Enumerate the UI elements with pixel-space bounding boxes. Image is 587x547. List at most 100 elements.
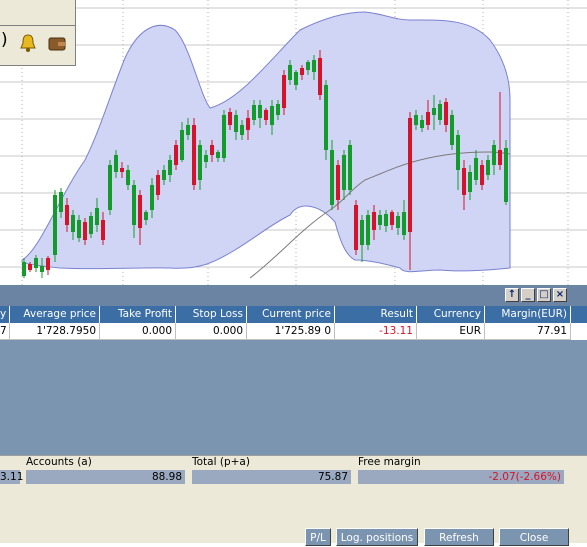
price-chart[interactable]: ) — [0, 0, 587, 285]
bearish-candle — [498, 150, 502, 165]
bearish-candle — [408, 118, 412, 232]
bullish-candle — [132, 185, 136, 225]
bullish-candle — [59, 192, 63, 212]
bullish-candle — [162, 170, 166, 180]
bullish-candle — [420, 120, 424, 128]
bullish-candle — [108, 165, 112, 210]
column-header-stop-loss[interactable]: Stop Loss — [176, 306, 247, 323]
bullish-candle — [396, 216, 400, 228]
bearish-candle — [192, 125, 196, 185]
bell-icon[interactable] — [19, 33, 37, 57]
bullish-candle — [402, 212, 406, 235]
table-row[interactable]: 7 1'728.7950 0.000 0.000 1'725.89 0 -13.… — [0, 323, 587, 340]
bearish-candle — [318, 58, 322, 95]
bullish-candle — [144, 212, 148, 220]
chart-toolbar: ) — [0, 0, 76, 66]
cell-take-profit: 0.000 — [100, 323, 176, 340]
bullish-candle — [288, 65, 292, 80]
arrow-up-icon[interactable]: ↑ — [505, 288, 519, 302]
close-icon[interactable]: × — [553, 288, 567, 302]
bullish-candle — [150, 185, 154, 210]
panel-titlebar: ↑ _ □ × — [0, 285, 587, 306]
candlestick-chart-svg — [0, 0, 587, 285]
cell-currency: EUR — [417, 323, 485, 340]
bearish-candle — [101, 220, 105, 240]
bullish-candle — [168, 160, 172, 175]
total-value: 75.87 — [192, 470, 351, 484]
bearish-candle — [228, 112, 232, 125]
column-header-currency[interactable]: Currency — [417, 306, 485, 323]
bullish-candle — [342, 155, 346, 190]
maximize-icon[interactable]: □ — [537, 288, 551, 302]
bullish-candle — [71, 215, 75, 232]
bullish-candle — [270, 106, 274, 125]
bullish-candle — [114, 155, 118, 172]
bearish-candle — [246, 118, 250, 130]
bullish-candle — [234, 115, 238, 132]
bullish-candle — [432, 108, 436, 115]
bullish-candle — [222, 115, 226, 158]
bullish-candle — [456, 135, 460, 170]
bearish-candle — [480, 165, 484, 185]
bullish-candle — [77, 220, 81, 238]
bearish-candle — [282, 75, 286, 108]
bullish-candle — [414, 115, 418, 125]
pl-button[interactable]: P/L — [305, 528, 331, 546]
free-margin-value: -2.07(-2.66%) — [358, 470, 564, 484]
bearish-candle — [264, 110, 268, 120]
bullish-candle — [186, 125, 190, 135]
wallet-icon[interactable] — [47, 33, 67, 57]
bearish-candle — [372, 212, 376, 230]
bearish-candle — [120, 168, 124, 172]
toolbar-top-area — [0, 0, 75, 26]
bullish-candle — [384, 214, 388, 226]
bearish-candle — [390, 212, 394, 225]
column-header-qty[interactable]: y — [0, 306, 10, 323]
close-button[interactable]: Close — [499, 528, 569, 546]
bearish-candle — [138, 195, 142, 228]
bearish-candle — [426, 112, 430, 125]
cell-margin: 77.91 — [485, 323, 571, 340]
accounts-label: Accounts (a) — [26, 456, 92, 468]
bearish-candle — [156, 175, 160, 195]
bullish-candle — [89, 216, 93, 234]
bullish-candle — [348, 145, 352, 190]
bearish-candle — [46, 258, 50, 270]
free-margin-label: Free margin — [358, 456, 421, 468]
column-header-margin[interactable]: Margin(EUR) — [485, 306, 571, 323]
positions-table-header: y Average price Take Profit Stop Loss Cu… — [0, 306, 587, 323]
bullish-candle — [258, 105, 262, 118]
cell-qty: 7 — [0, 323, 10, 340]
refresh-button[interactable]: Refresh — [424, 528, 494, 546]
bullish-candle — [486, 160, 490, 175]
log-positions-button[interactable]: Log. positions — [336, 528, 418, 546]
bullish-candle — [450, 115, 454, 145]
cell-stop-loss: 0.000 — [176, 323, 247, 340]
bullish-candle — [40, 266, 44, 272]
column-header-average-price[interactable]: Average price — [10, 306, 100, 323]
bullish-candle — [198, 145, 202, 180]
bullish-candle — [360, 220, 364, 245]
bullish-candle — [366, 215, 370, 245]
bullish-candle — [126, 170, 130, 185]
bullish-candle — [180, 130, 184, 160]
bullish-candle — [312, 60, 316, 72]
bullish-candle — [95, 208, 99, 225]
bullish-candle — [306, 62, 310, 70]
account-summary: 3.11 Accounts (a) 88.98 Total (p+a) 75.8… — [0, 455, 587, 524]
minimize-icon[interactable]: _ — [521, 288, 535, 302]
column-header-result[interactable]: Result — [335, 306, 417, 323]
bullish-candle — [378, 215, 382, 225]
bullish-candle — [216, 152, 220, 158]
column-header-take-profit[interactable]: Take Profit — [100, 306, 176, 323]
column-header-current-price[interactable]: Current price — [247, 306, 335, 323]
positions-total-value: 3.11 — [0, 470, 24, 484]
bearish-candle — [83, 222, 87, 240]
bullish-candle — [324, 85, 328, 150]
bullish-candle — [438, 104, 442, 120]
bearish-candle — [336, 165, 340, 200]
bullish-candle — [474, 158, 478, 180]
bullish-candle — [492, 145, 496, 165]
bearish-candle — [174, 145, 178, 165]
bearish-candle — [354, 205, 358, 250]
